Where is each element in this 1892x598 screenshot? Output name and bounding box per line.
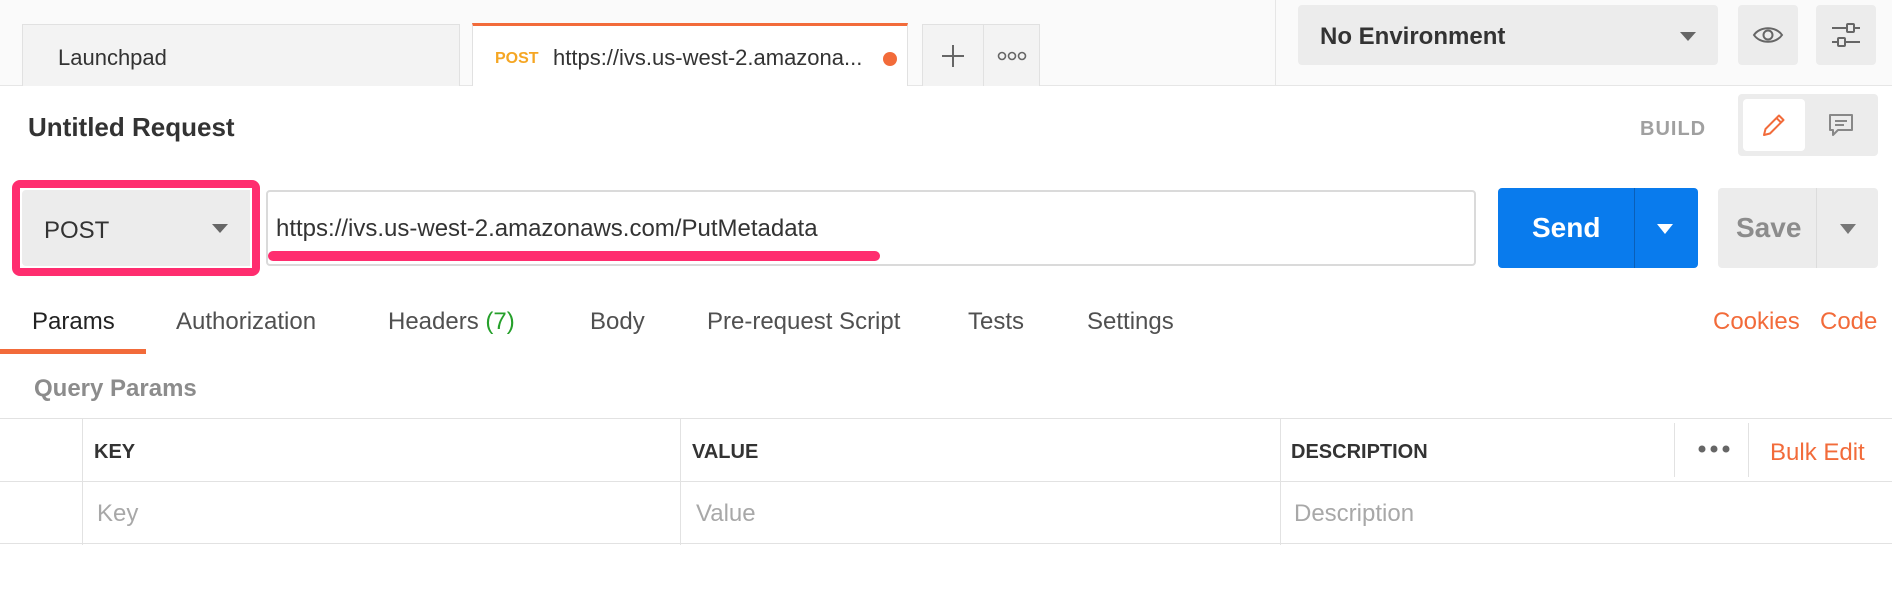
column-divider: [82, 419, 83, 545]
save-options-chevron-icon[interactable]: [1840, 224, 1856, 234]
value-input[interactable]: Value: [696, 500, 756, 528]
tab-untitled-request[interactable]: POST https://ivs.us-west-2.amazona...: [472, 23, 908, 86]
environment-quick-look-button[interactable]: [1738, 5, 1798, 65]
build-mode-label: BUILD: [1640, 118, 1707, 140]
tab-params[interactable]: Params: [32, 308, 115, 336]
headers-count-badge: (7): [485, 308, 515, 335]
tab-settings[interactable]: Settings: [1087, 308, 1174, 336]
tab-launchpad-label: Launchpad: [58, 45, 167, 70]
url-highlight-annotation: [268, 251, 880, 261]
query-params-title: Query Params: [34, 375, 197, 402]
more-horizontal-icon: [1698, 445, 1730, 453]
plus-icon: [942, 44, 964, 67]
environment-select[interactable]: No Environment: [1298, 5, 1718, 65]
chevron-down-icon: [1680, 32, 1696, 41]
tab-headers-label: Headers: [388, 308, 479, 335]
tab-pre-request-script[interactable]: Pre-request Script: [707, 308, 900, 336]
column-divider: [1674, 423, 1675, 477]
tab-options-button[interactable]: [984, 24, 1040, 86]
column-header-key: KEY: [94, 441, 136, 463]
column-divider: [1748, 423, 1749, 477]
mode-toggle: [1738, 94, 1878, 156]
table-row-divider: [0, 481, 1892, 482]
send-label: Send: [1532, 212, 1601, 243]
column-header-value: VALUE: [692, 441, 759, 463]
pencil-icon: [1763, 114, 1785, 136]
bulk-edit-link[interactable]: Bulk Edit: [1770, 439, 1865, 467]
column-header-description: DESCRIPTION: [1291, 441, 1428, 463]
send-divider: [1634, 188, 1635, 268]
description-input[interactable]: Description: [1294, 500, 1414, 528]
comments-mode-button[interactable]: [1810, 99, 1872, 151]
more-horizontal-icon: [997, 51, 1026, 60]
tab-url-label: https://ivs.us-west-2.amazona...: [553, 45, 863, 70]
method-highlight-annotation: [12, 180, 260, 276]
tab-body[interactable]: Body: [590, 308, 645, 336]
comment-icon: [1829, 114, 1853, 136]
column-divider: [1280, 419, 1281, 545]
build-mode-button[interactable]: [1743, 99, 1805, 151]
tab-launchpad[interactable]: Launchpad: [22, 24, 460, 86]
save-label: Save: [1736, 212, 1802, 243]
save-button[interactable]: Save: [1718, 188, 1878, 268]
save-divider: [1816, 188, 1817, 268]
tab-authorization[interactable]: Authorization: [176, 308, 316, 336]
topbar-divider: [1275, 0, 1276, 86]
column-options-button[interactable]: [1694, 437, 1734, 461]
new-tab-button[interactable]: [922, 24, 984, 86]
unsaved-dot-icon: [883, 52, 897, 66]
key-input[interactable]: Key: [97, 500, 138, 528]
eye-icon: [1752, 27, 1784, 43]
column-divider: [680, 419, 681, 545]
tab-tests[interactable]: Tests: [968, 308, 1024, 336]
url-value: https://ivs.us-west-2.amazonaws.com/PutM…: [276, 215, 818, 242]
request-title[interactable]: Untitled Request: [28, 112, 235, 143]
tab-headers[interactable]: Headers (7): [388, 308, 515, 336]
code-link[interactable]: Code: [1820, 308, 1877, 336]
manage-environments-button[interactable]: [1816, 5, 1876, 65]
cookies-link[interactable]: Cookies: [1713, 308, 1800, 336]
environment-label: No Environment: [1320, 23, 1506, 50]
send-button[interactable]: Send: [1498, 188, 1698, 268]
params-table: KEY VALUE DESCRIPTION Bulk Edit Key Valu…: [0, 418, 1892, 545]
send-options-chevron-icon[interactable]: [1657, 224, 1673, 234]
sliders-icon: [1832, 23, 1860, 47]
active-tab-indicator: [0, 349, 146, 354]
tab-bar: Launchpad POST https://ivs.us-west-2.ama…: [0, 0, 1892, 86]
tab-method-badge: POST: [495, 50, 539, 67]
